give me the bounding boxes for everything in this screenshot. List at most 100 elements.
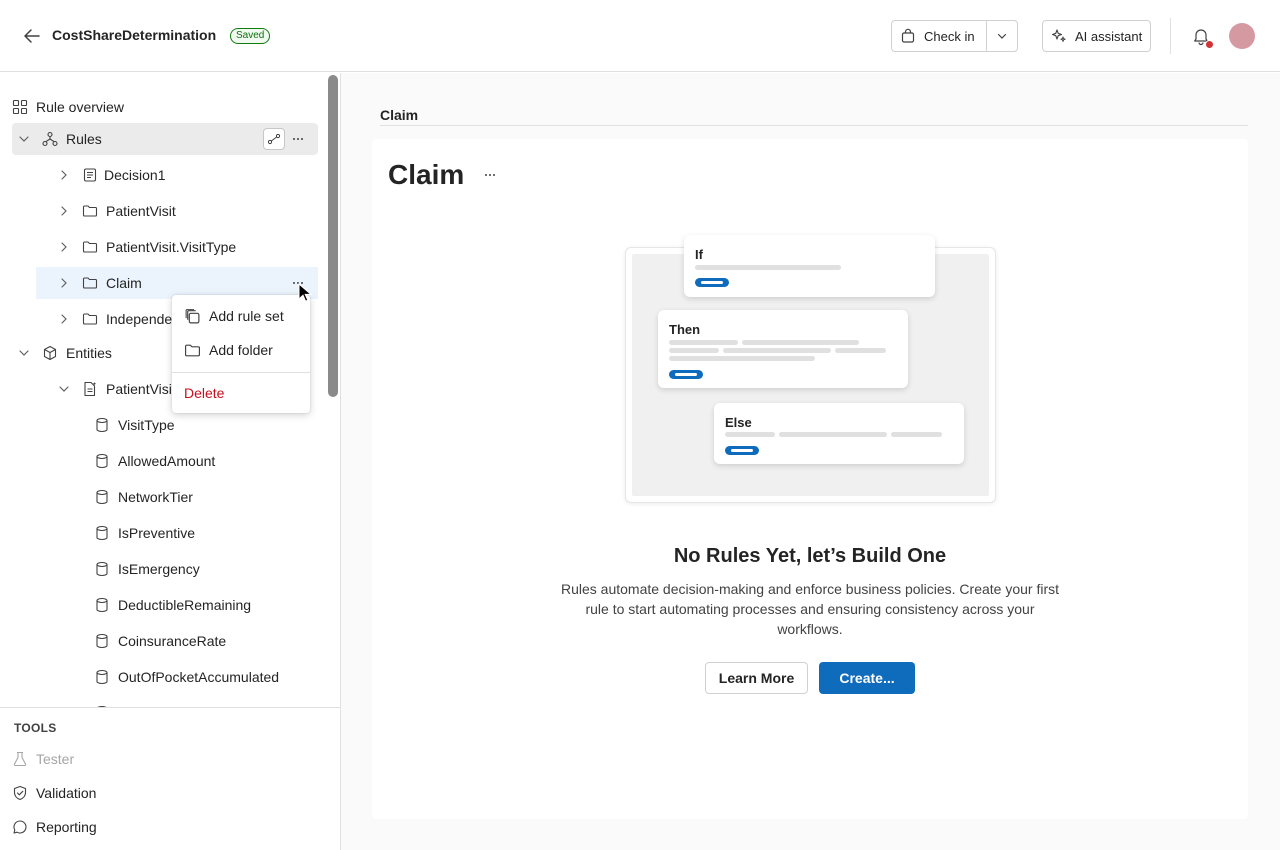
- database-icon: [94, 669, 110, 685]
- tool-validation[interactable]: Validation: [12, 779, 96, 807]
- more-icon: [485, 174, 495, 176]
- rule-overview-item[interactable]: Rule overview: [12, 91, 318, 123]
- tools-title: TOOLS: [14, 721, 57, 735]
- menu-item-label: Add rule set: [209, 308, 284, 324]
- rule-item-decision1[interactable]: Decision1: [56, 159, 318, 191]
- decision-icon: [82, 167, 98, 183]
- field-item[interactable]: IsPreventive: [94, 517, 318, 549]
- checkin-split-button: Check in: [891, 20, 1018, 52]
- field-item-partial[interactable]: [94, 697, 318, 707]
- back-arrow-icon[interactable]: [20, 24, 44, 48]
- chevron-down-icon[interactable]: [56, 381, 72, 397]
- menu-item-label: Delete: [184, 385, 225, 401]
- field-item[interactable]: CoinsuranceRate: [94, 625, 318, 657]
- menu-add-folder[interactable]: Add folder: [184, 336, 273, 364]
- rule-item-label: Independe: [106, 311, 173, 327]
- chevron-right-icon[interactable]: [56, 239, 72, 255]
- folder-icon: [82, 203, 98, 219]
- create-button[interactable]: Create...: [819, 662, 915, 694]
- placeholder-pill: [695, 278, 729, 287]
- placeholder-pill: [669, 370, 703, 379]
- field-label: AllowedAmount: [118, 453, 216, 469]
- database-icon: [94, 525, 110, 541]
- grid-icon: [12, 99, 28, 115]
- tool-tester[interactable]: Tester: [12, 745, 74, 773]
- menu-divider: [172, 372, 310, 373]
- chevron-down-icon[interactable]: [16, 345, 32, 361]
- tool-reporting[interactable]: Reporting: [12, 813, 97, 841]
- checkin-button[interactable]: Check in: [892, 21, 987, 51]
- menu-delete[interactable]: Delete: [184, 379, 224, 407]
- field-item[interactable]: VisitType: [94, 409, 318, 441]
- if-card: If: [684, 235, 935, 297]
- field-item[interactable]: DeductibleRemaining: [94, 589, 318, 621]
- placeholder-bar: [695, 265, 841, 270]
- empty-state-illustration: If Then Else: [625, 235, 996, 503]
- hierarchy-icon: [42, 131, 58, 147]
- field-item[interactable]: NetworkTier: [94, 481, 318, 513]
- folder-icon: [82, 275, 98, 291]
- folder-icon: [82, 311, 98, 327]
- sidebar-scroll-thumb[interactable]: [328, 75, 338, 397]
- placeholder-bar: [669, 340, 738, 345]
- learn-more-button[interactable]: Learn More: [705, 662, 808, 694]
- rule-item-label: Claim: [106, 275, 142, 291]
- checkin-label: Check in: [924, 28, 975, 44]
- content-card: Claim If Then Else No Rules Yet, let’s B…: [372, 139, 1248, 819]
- field-label: IsEmergency: [118, 561, 200, 577]
- rule-item-patientvisit[interactable]: PatientVisit: [56, 195, 318, 227]
- notification-dot: [1205, 40, 1214, 49]
- then-label: Then: [669, 322, 701, 337]
- database-icon: [94, 633, 110, 649]
- breadcrumb[interactable]: Claim: [380, 107, 418, 123]
- shield-check-icon: [12, 785, 28, 801]
- title-more-button[interactable]: [480, 165, 500, 185]
- tool-label: Validation: [36, 785, 97, 801]
- placeholder-bar: [669, 356, 815, 361]
- tools-panel: TOOLS Tester Validation Reporting: [0, 707, 340, 850]
- rules-more-button[interactable]: [287, 128, 309, 150]
- chevron-down-icon[interactable]: [987, 21, 1017, 51]
- chevron-right-icon[interactable]: [56, 275, 72, 291]
- else-card: Else: [714, 403, 964, 464]
- chat-icon: [12, 819, 28, 835]
- tool-label: Reporting: [36, 819, 97, 835]
- tool-label: Tester: [36, 751, 75, 767]
- status-badge: Saved: [230, 28, 271, 44]
- chevron-right-icon[interactable]: [56, 311, 72, 327]
- ai-assistant-label: AI assistant: [1075, 28, 1143, 44]
- main-content: Claim Claim If Then Else No Rules Yet, l…: [341, 73, 1280, 850]
- flask-icon: [12, 751, 28, 767]
- ai-assistant-button[interactable]: AI assistant: [1042, 20, 1151, 52]
- app-header: CostShareDetermination Saved Check in AI…: [0, 0, 1280, 72]
- placeholder-bar: [723, 348, 831, 353]
- rule-item-patientvisit-visittype[interactable]: PatientVisit.VisitType: [56, 231, 318, 263]
- placeholder-bar: [742, 340, 859, 345]
- field-label: OutOfPocketAccumulated: [118, 669, 280, 685]
- field-label: IsPreventive: [118, 525, 196, 541]
- app-title: CostShareDetermination: [52, 27, 217, 43]
- diagram-view-button[interactable]: [263, 128, 285, 150]
- field-item[interactable]: AllowedAmount: [94, 445, 318, 477]
- rule-item-label: PatientVisit.VisitType: [106, 239, 237, 255]
- chevron-down-icon[interactable]: [16, 131, 32, 147]
- database-icon: [94, 561, 110, 577]
- placeholder-bar: [725, 432, 775, 437]
- field-label: CoinsuranceRate: [118, 633, 227, 649]
- chevron-right-icon[interactable]: [56, 167, 72, 183]
- bag-icon: [900, 28, 916, 44]
- database-icon: [94, 489, 110, 505]
- folder-icon: [184, 342, 201, 359]
- sparkle-icon: [1051, 28, 1067, 44]
- context-menu: Add rule set Add folder Delete: [172, 295, 310, 413]
- field-item[interactable]: OutOfPocketAccumulated: [94, 661, 318, 693]
- field-item[interactable]: IsEmergency: [94, 553, 318, 585]
- rule-item-label: Decision1: [104, 167, 166, 183]
- placeholder-pill: [725, 446, 759, 455]
- placeholder-bar: [891, 432, 942, 437]
- avatar[interactable]: [1229, 23, 1255, 49]
- placeholder-bar: [779, 432, 887, 437]
- database-icon: [94, 417, 110, 433]
- chevron-right-icon[interactable]: [56, 203, 72, 219]
- menu-add-rule-set[interactable]: Add rule set: [184, 302, 284, 330]
